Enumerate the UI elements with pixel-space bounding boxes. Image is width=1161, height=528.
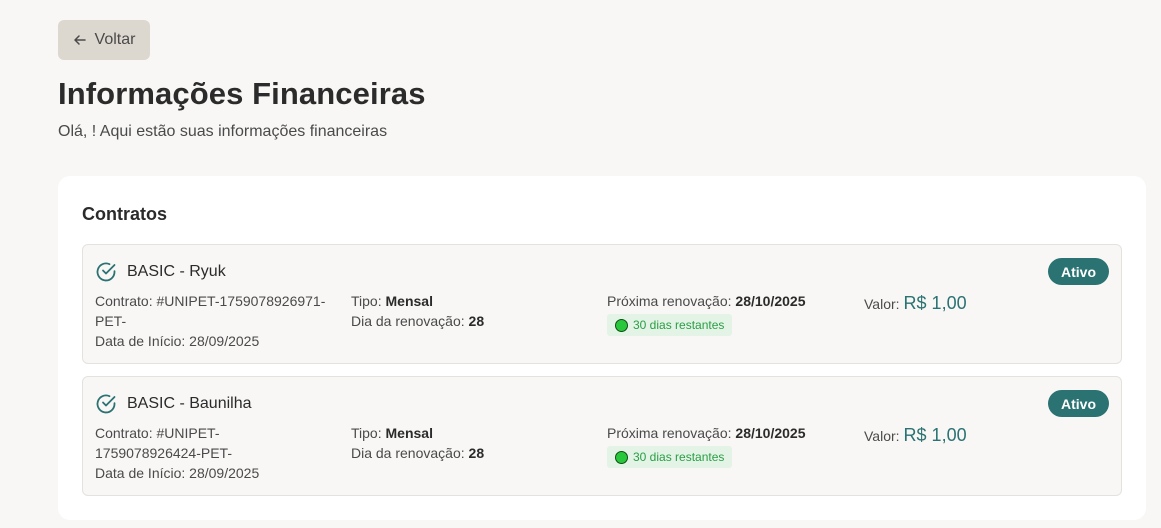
next-renewal-label: Próxima renovação: [607, 425, 732, 441]
type-info-column: Tipo: Mensal Dia da renovação: 28 [351, 423, 591, 463]
type-value: Mensal [385, 425, 433, 441]
value-info: Valor: R$ 1,00 [864, 425, 967, 446]
contract-card: BASIC - Ryuk Ativo Contrato: #UNIPET-175… [82, 244, 1122, 364]
value-amount: R$ 1,00 [903, 293, 967, 313]
start-date-label: Data de Início: [95, 333, 186, 349]
days-remaining-badge: 30 dias restantes [607, 446, 733, 468]
type-label: Tipo: [351, 425, 382, 441]
contract-number-line2: 1759078926424-PET- [95, 445, 232, 461]
contract-label: Contrato: [95, 425, 153, 441]
value-label: Valor: [864, 428, 900, 444]
green-dot-icon [615, 318, 628, 332]
contract-card-header: BASIC - Ryuk [95, 261, 226, 283]
renewal-day-label: Dia da renovação: [351, 445, 465, 461]
back-button-label: Voltar [94, 31, 136, 48]
days-remaining-text: 30 dias restantes [633, 450, 725, 464]
value-label: Valor: [864, 296, 900, 312]
contract-info-column: Contrato: #UNIPET- 1759078926424-PET- Da… [95, 423, 341, 483]
type-info-column: Tipo: Mensal Dia da renovação: 28 [351, 291, 591, 331]
contract-number-line1: #UNIPET- [156, 425, 220, 441]
page: Voltar Informações Financeiras Olá, ! Aq… [0, 0, 1161, 528]
value-info: Valor: R$ 1,00 [864, 293, 967, 314]
back-button[interactable]: Voltar [58, 20, 150, 60]
next-renewal-value: 28/10/2025 [735, 293, 806, 309]
contract-info-column: Contrato: #UNIPET-1759078926971- PET- Da… [95, 291, 341, 351]
start-date-label: Data de Início: [95, 465, 186, 481]
contract-label: Contrato: [95, 293, 153, 309]
green-dot-icon [615, 450, 628, 464]
next-renewal-label: Próxima renovação: [607, 293, 732, 309]
check-circle-icon [95, 393, 117, 415]
days-remaining-badge: 30 dias restantes [607, 314, 733, 336]
contract-plan-name: BASIC - Baunilha [127, 395, 252, 412]
contract-number-line1: #UNIPET-1759078926971- [156, 293, 326, 309]
renewal-info-column: Próxima renovação: 28/10/2025 30 dias re… [607, 291, 847, 337]
contracts-panel: Contratos BASIC - Ryuk Ativo Contrato: #… [58, 176, 1146, 520]
type-label: Tipo: [351, 293, 382, 309]
contract-card: BASIC - Baunilha Ativo Contrato: #UNIPET… [82, 376, 1122, 496]
days-remaining-text: 30 dias restantes [633, 318, 725, 332]
status-badge: Ativo [1048, 258, 1109, 285]
type-value: Mensal [385, 293, 433, 309]
contract-card-header: BASIC - Baunilha [95, 393, 252, 415]
page-subtitle: Olá, ! Aqui estão suas informações finan… [58, 123, 388, 140]
page-title: Informações Financeiras [58, 76, 426, 111]
next-renewal-value: 28/10/2025 [735, 425, 806, 441]
value-amount: R$ 1,00 [903, 425, 967, 445]
status-badge: Ativo [1048, 390, 1109, 417]
renewal-day-value: 28 [468, 313, 485, 329]
start-date-value: 28/09/2025 [189, 333, 260, 349]
contract-number-line2: PET- [95, 313, 127, 329]
renewal-day-value: 28 [468, 445, 485, 461]
start-date-value: 28/09/2025 [189, 465, 260, 481]
contract-plan-name: BASIC - Ryuk [127, 263, 226, 280]
check-circle-icon [95, 261, 117, 283]
renewal-info-column: Próxima renovação: 28/10/2025 30 dias re… [607, 423, 847, 469]
renewal-day-label: Dia da renovação: [351, 313, 465, 329]
contracts-panel-title: Contratos [82, 204, 167, 224]
arrow-left-icon [73, 33, 87, 47]
